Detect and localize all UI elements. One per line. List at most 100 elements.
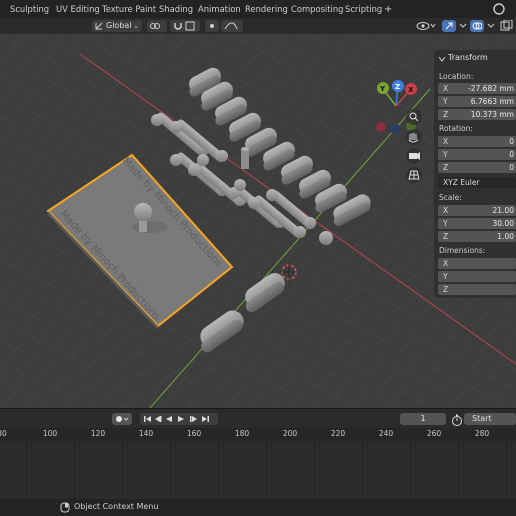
peg-knob[interactable]: [134, 203, 152, 221]
rotation-z-field[interactable]: Z0: [438, 162, 516, 173]
playback-controls: [140, 413, 218, 425]
chevron-down-icon: ⌄: [133, 22, 139, 30]
falloff-button[interactable]: [221, 20, 243, 32]
ball-piece[interactable]: [234, 179, 246, 191]
proportional-edit-button[interactable]: [205, 20, 219, 32]
tab-rendering[interactable]: Rendering: [243, 3, 290, 16]
field-value: 6.7663 mm: [470, 97, 514, 106]
tab-sculpting[interactable]: Sculpting: [8, 3, 51, 16]
timeline-gridline: [74, 441, 75, 499]
link-icon: [150, 23, 160, 29]
gizmo-neg-x[interactable]: [376, 122, 386, 132]
start-label: Start: [472, 414, 492, 423]
location-x-field[interactable]: X -27.682 mm: [438, 83, 516, 94]
timeline-gridline: [170, 441, 171, 499]
gizmo-toggle-button[interactable]: [442, 20, 456, 32]
axis-label: X: [443, 84, 449, 93]
timeline-gridline: [314, 441, 315, 499]
dimensions-z-field[interactable]: Z: [438, 284, 516, 295]
play-icon[interactable]: [178, 416, 184, 422]
ruler-tick: 200: [282, 429, 298, 438]
play-reverse-icon[interactable]: [166, 416, 172, 422]
transform-orientation-dropdown[interactable]: Global ⌄: [92, 20, 142, 32]
current-frame-field[interactable]: 1: [400, 413, 446, 425]
axis-label: Y: [443, 272, 448, 281]
tab-texture-paint[interactable]: Texture Paint: [100, 3, 158, 16]
timeline-gridline: [362, 441, 363, 499]
axis-label: X: [443, 259, 449, 268]
gizmo-icon: [445, 22, 453, 30]
record-icon: [116, 416, 129, 422]
rotation-mode-dropdown[interactable]: XYZ Euler: [438, 177, 516, 188]
ball-piece[interactable]: [197, 154, 209, 166]
sidebar-transform-panel: Transform Location: X -27.682 mm Y 6.7663 …: [434, 50, 516, 298]
tab-uv-editing[interactable]: UV Editing: [54, 3, 102, 16]
axis-label: Y: [443, 97, 448, 106]
pivot-point-button[interactable]: [147, 20, 167, 32]
snap-button[interactable]: [170, 20, 200, 32]
overlay-dropdown-icon[interactable]: [486, 20, 496, 32]
rotation-label: Rotation:: [439, 124, 473, 133]
field-value: 0: [509, 163, 514, 172]
dimensions-y-field[interactable]: Y: [438, 271, 516, 282]
pan-button[interactable]: [406, 129, 422, 145]
perspective-toggle-button[interactable]: [406, 167, 422, 183]
status-bar: Object Context Menu: [0, 499, 516, 516]
location-y-field[interactable]: Y 6.7663 mm: [438, 96, 516, 107]
rotation-y-field[interactable]: Y0: [438, 149, 516, 160]
tab-animation[interactable]: Animation: [196, 3, 243, 16]
3d-viewport[interactable]: Made by Minoch Productions Made by Minoc…: [0, 34, 516, 408]
visibility-icon[interactable]: [416, 20, 436, 32]
timeline-gridline: [410, 441, 411, 499]
tab-shading[interactable]: Shading: [157, 3, 195, 16]
cylinder-piece[interactable]: [241, 147, 249, 169]
ruler-tick: 160: [186, 429, 202, 438]
gizmo-neg-z[interactable]: [390, 124, 400, 134]
dimensions-x-field[interactable]: X: [438, 258, 516, 269]
gizmo-y-label: Y: [379, 85, 386, 93]
timeline-gridline: [122, 441, 123, 499]
dimensions-label: Dimensions:: [439, 246, 486, 255]
stopwatch-icon[interactable]: [451, 414, 463, 426]
ruler-tick: 240: [378, 429, 394, 438]
scene-icon[interactable]: [492, 2, 506, 16]
axis-label: Y: [443, 150, 448, 159]
axis-label: Z: [443, 232, 449, 241]
timeline-keyframe-area[interactable]: [0, 441, 516, 499]
tab-compositing[interactable]: Compositing: [289, 3, 346, 16]
gizmo-x-label: X: [408, 86, 414, 94]
snap-increment-icon: [185, 21, 195, 31]
workspace-tab-bar: Sculpting UV Editing Texture Paint Shadi…: [0, 0, 516, 18]
prev-keyframe-icon[interactable]: [155, 416, 162, 422]
xray-icon[interactable]: [500, 20, 514, 32]
gizmo-dropdown-icon[interactable]: [458, 20, 468, 32]
jump-end-icon[interactable]: [202, 416, 209, 422]
jump-start-icon[interactable]: [144, 416, 151, 422]
mouse-right-icon: [60, 502, 70, 513]
collapse-chevron-icon[interactable]: [438, 55, 446, 63]
location-z-field[interactable]: Z 10.373 mm: [438, 109, 516, 120]
overlay-toggle-button[interactable]: [470, 20, 484, 32]
timeline-gridline: [26, 441, 27, 499]
ball-piece[interactable]: [319, 231, 333, 245]
zoom-button[interactable]: [406, 109, 422, 125]
add-workspace-button[interactable]: +: [382, 3, 394, 16]
camera-view-button[interactable]: [406, 148, 422, 164]
field-value: 0: [509, 150, 514, 159]
status-hint: Object Context Menu: [74, 502, 159, 511]
ruler-tick: 280: [474, 429, 490, 438]
timeline-gridline: [266, 441, 267, 499]
rotation-x-field[interactable]: X0: [438, 136, 516, 147]
scale-y-field[interactable]: Y 30.00: [438, 218, 516, 229]
panel-title: Transform: [448, 53, 488, 62]
scale-x-field[interactable]: X 21.00: [438, 205, 516, 216]
falloff-curve-icon: [224, 22, 238, 30]
record-button[interactable]: [112, 413, 132, 425]
start-frame-field[interactable]: Start: [464, 413, 516, 425]
next-keyframe-icon[interactable]: [190, 416, 197, 422]
orientation-label: Global: [106, 21, 132, 30]
tab-scripting[interactable]: Scripting: [343, 3, 384, 16]
axis-label: Z: [443, 163, 449, 172]
field-value: 10.373 mm: [470, 110, 514, 119]
scale-z-field[interactable]: Z 1.00: [438, 231, 516, 242]
